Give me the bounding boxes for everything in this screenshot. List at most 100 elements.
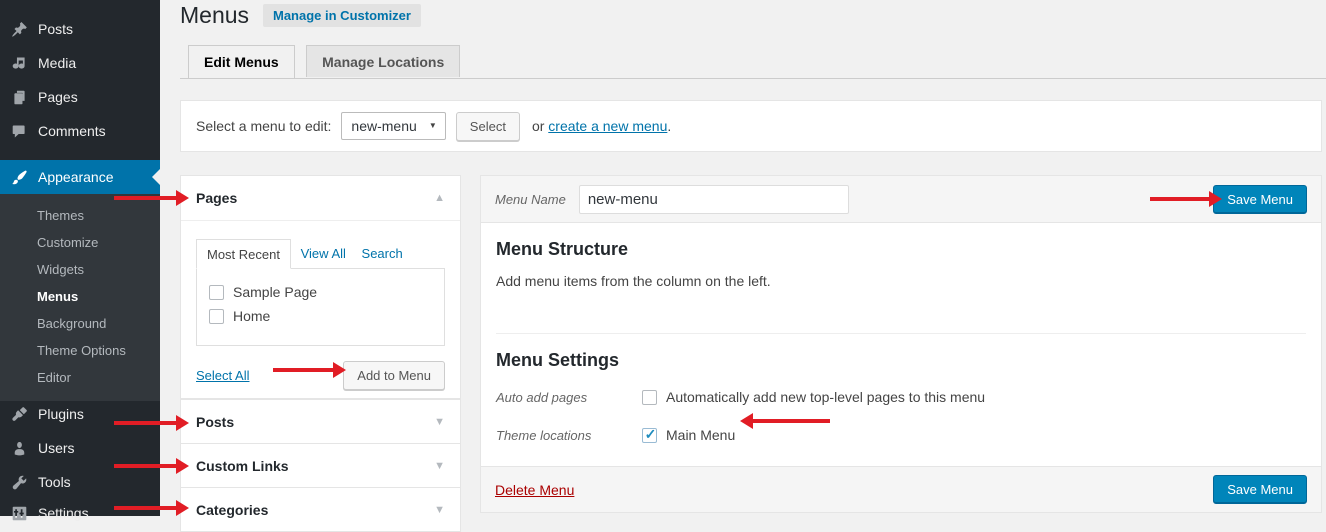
sidebar-item-label: Users [38,440,75,456]
custom-links-accordion[interactable]: Custom Links ▼ [180,443,461,488]
sidebar-item-appearance[interactable]: Appearance [0,160,160,194]
menu-editor-body: Menu Structure Add menu items from the c… [481,223,1321,447]
posts-accordion-title: Posts [196,414,234,430]
sidebar-item-label: Posts [38,21,73,37]
annotation-arrow-custom-links [114,464,176,468]
media-icon [9,53,29,73]
select-menu-bar: Select a menu to edit: new-menu ▼ Select… [180,100,1322,152]
select-all-link[interactable]: Select All [196,368,249,383]
tab-search[interactable]: Search [356,239,409,267]
pages-panel-title: Pages [196,190,237,206]
submenu-item-themes[interactable]: Themes [0,202,160,229]
posts-accordion[interactable]: Posts ▼ [180,399,461,444]
sidebar-item-tools[interactable]: Tools [0,465,160,499]
pages-panel-body: Most Recent View All Search Sample Page … [181,220,460,390]
auto-add-pages-checkbox[interactable] [642,390,657,405]
annotation-arrow-categories [114,506,176,510]
pages-panel: Pages ▲ Most Recent View All Search Samp… [180,175,461,399]
submenu-item-customize[interactable]: Customize [0,229,160,256]
annotation-arrow-pages [114,196,176,200]
main-menu-option[interactable]: ✓ Main Menu [642,423,735,447]
delete-menu-link[interactable]: Delete Menu [495,482,574,498]
pages-panel-header[interactable]: Pages ▲ [181,176,460,220]
chevron-down-icon: ▼ [429,121,437,130]
sidebar-item-label: Pages [38,89,78,105]
tab-view-all[interactable]: View All [295,239,352,267]
add-to-menu-button[interactable]: Add to Menu [343,361,445,390]
expand-arrow-icon[interactable]: ▼ [434,460,445,472]
annotation-arrow-add-to-menu [273,368,333,372]
submenu-item-editor[interactable]: Editor [0,364,160,391]
manage-in-customizer-button[interactable]: Manage in Customizer [263,4,421,27]
sidebar-item-label: Settings [38,505,89,521]
user-icon [9,438,29,458]
menu-select-value: new-menu [351,118,416,134]
sidebar-item-label: Tools [38,474,71,490]
sample-page-checkbox[interactable] [209,285,224,300]
pages-icon [9,87,29,107]
theme-locations-label: Theme locations [496,428,642,443]
sidebar-item-plugins[interactable]: Plugins [0,397,160,431]
expand-arrow-icon[interactable]: ▼ [434,416,445,428]
categories-accordion[interactable]: Categories ▼ [180,487,461,532]
menu-name-label: Menu Name [495,192,566,207]
save-menu-button-top[interactable]: Save Menu [1213,185,1307,214]
auto-add-pages-option[interactable]: Automatically add new top-level pages to… [642,385,985,409]
save-menu-button-bottom[interactable]: Save Menu [1213,475,1307,504]
pushpin-icon [9,19,29,39]
sidebar-item-label: Comments [38,123,106,139]
pages-checklist: Sample Page Home [196,268,445,346]
checkbox-label: Automatically add new top-level pages to… [666,385,985,409]
main-menu-checkbox[interactable]: ✓ [642,428,657,443]
expand-arrow-icon[interactable]: ▼ [434,504,445,516]
sidebar-item-pages[interactable]: Pages [0,80,160,114]
annotation-arrow-posts [114,421,176,425]
page-title: Menus [180,2,249,29]
sidebar-item-posts[interactable]: Posts [0,12,160,46]
submenu-item-menus[interactable]: Menus [0,283,160,310]
menu-structure-hint: Add menu items from the column on the le… [496,273,1306,289]
sidebar-item-label: Media [38,55,76,71]
auto-add-pages-row: Auto add pages Automatically add new top… [496,385,1306,409]
select-menu-label: Select a menu to edit: [196,118,331,134]
appearance-brush-icon [9,167,29,187]
nav-tab-bar: Edit Menus Manage Locations [180,44,1326,79]
submenu-item-widgets[interactable]: Widgets [0,256,160,283]
annotation-arrow-main-menu [753,419,830,423]
pages-item-tabs: Most Recent View All Search [196,238,445,268]
menu-select-dropdown[interactable]: new-menu ▼ [341,112,445,140]
auto-add-pages-label: Auto add pages [496,390,642,405]
create-new-menu-link[interactable]: create a new menu [548,118,667,134]
menu-settings-heading: Menu Settings [496,350,1306,371]
tab-edit-menus[interactable]: Edit Menus [188,45,295,78]
collapse-arrow-icon[interactable]: ▲ [434,192,445,204]
plugin-icon [9,404,29,424]
menu-editor-panel: Menu Name Save Menu Menu Structure Add m… [480,175,1322,513]
submenu-item-theme-options[interactable]: Theme Options [0,337,160,364]
checkmark-icon: ✓ [645,427,657,441]
settings-icon [9,503,29,523]
home-checkbox[interactable] [209,309,224,324]
menu-structure-heading: Menu Structure [496,239,1306,260]
list-item-sample-page[interactable]: Sample Page [209,280,432,304]
wrench-icon [9,472,29,492]
annotation-arrow-save-menu [1150,197,1209,201]
sidebar-item-media[interactable]: Media [0,46,160,80]
sidebar-item-comments[interactable]: Comments [0,114,160,148]
checkbox-label: Sample Page [233,280,317,304]
tab-manage-locations[interactable]: Manage Locations [306,45,460,77]
appearance-submenu: Themes Customize Widgets Menus Backgroun… [0,194,160,401]
submenu-item-background[interactable]: Background [0,310,160,337]
menu-name-input[interactable] [579,185,849,214]
checkbox-label: Home [233,304,270,328]
comment-icon [9,121,29,141]
sidebar-item-label: Appearance [38,169,114,185]
sidebar-item-settings[interactable]: Settings [0,496,160,530]
select-menu-button[interactable]: Select [456,112,520,141]
theme-locations-row: Theme locations ✓ Main Menu [496,423,1306,447]
list-item-home[interactable]: Home [209,304,432,328]
menu-editor-footer: Delete Menu Save Menu [481,466,1321,512]
tab-most-recent[interactable]: Most Recent [196,239,291,269]
sidebar-item-users[interactable]: Users [0,431,160,465]
sidebar-item-label: Plugins [38,406,84,422]
